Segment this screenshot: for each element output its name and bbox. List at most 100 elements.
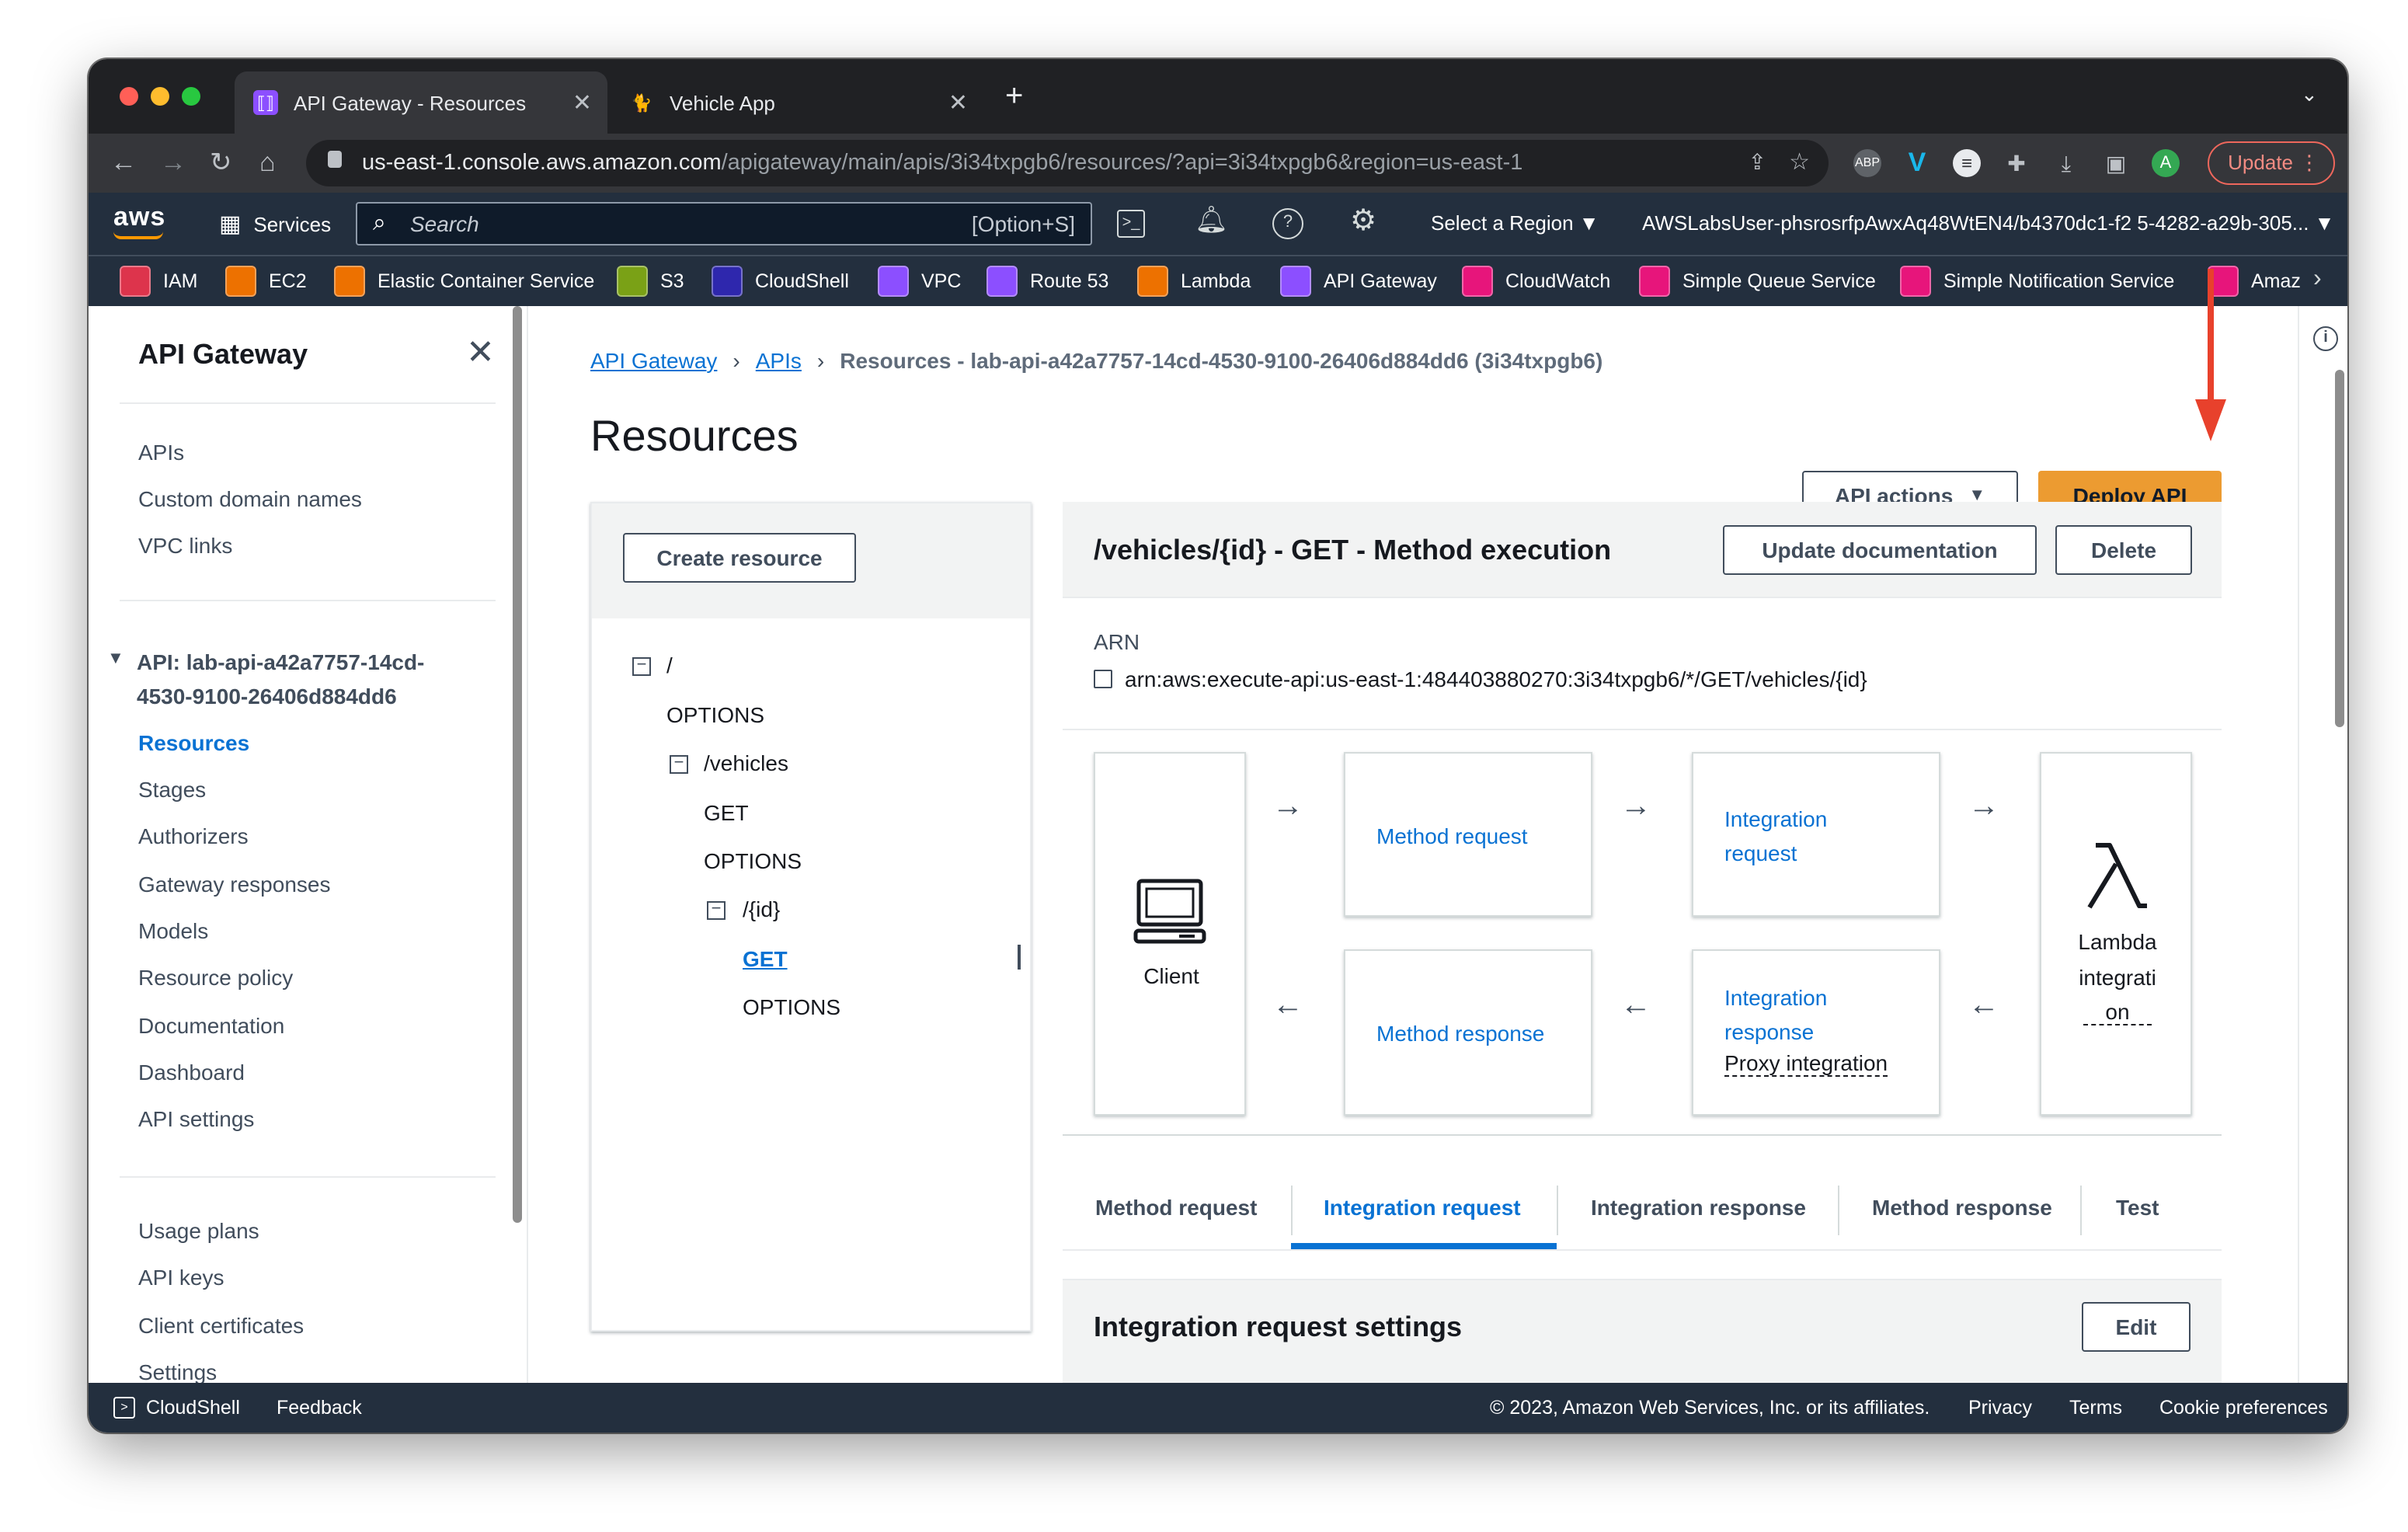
sidebar-item-client-certificates[interactable]: Client certificates xyxy=(138,1313,304,1338)
favorite-iam[interactable]: IAM xyxy=(120,266,197,297)
sidebar-item-api-keys[interactable]: API keys xyxy=(138,1265,224,1290)
favorite-sns[interactable]: Simple Notification Service xyxy=(1900,266,2174,297)
sidebar-item-vpc-links[interactable]: VPC links xyxy=(138,533,232,558)
method-response-card[interactable]: Method response xyxy=(1344,949,1592,1116)
browser-tab-vehicle-app[interactable]: 🐈 Vehicle App ✕ xyxy=(611,71,983,134)
integration-response-card[interactable]: Integration response Proxy integration xyxy=(1692,949,1940,1116)
tree-method-get-selected[interactable]: GET xyxy=(743,946,788,971)
tree-method-options[interactable]: OPTIONS xyxy=(743,994,840,1019)
close-tab-icon[interactable]: ✕ xyxy=(572,89,592,117)
zoom-window-button[interactable] xyxy=(182,87,200,106)
sidebar-item-stages[interactable]: Stages xyxy=(138,777,206,802)
sidebar-item-dashboard[interactable]: Dashboard xyxy=(138,1060,245,1085)
services-menu-button[interactable]: ▦ Services xyxy=(219,210,331,238)
favorite-ecs[interactable]: Elastic Container Service xyxy=(334,266,594,297)
home-icon[interactable]: ⌂ xyxy=(259,148,276,177)
browser-update-button[interactable]: Update ⋮ xyxy=(2208,141,2335,185)
create-resource-button[interactable]: Create resource xyxy=(623,533,856,583)
tab-method-response[interactable]: Method response xyxy=(1872,1195,2052,1220)
tree-resource-id[interactable]: /{id} xyxy=(743,897,780,921)
favorite-route53[interactable]: Route 53 xyxy=(987,266,1108,297)
method-request-link[interactable]: Method request xyxy=(1376,819,1528,853)
page-scrollbar[interactable] xyxy=(2335,370,2344,727)
favorites-scroll-right-icon[interactable]: › xyxy=(2313,266,2322,294)
sidebar-item-authorizers[interactable]: Authorizers xyxy=(138,823,249,848)
extensions-puzzle-icon[interactable]: ✚ xyxy=(2003,149,2030,177)
sidebar-item-usage-plans[interactable]: Usage plans xyxy=(138,1218,259,1243)
delete-button[interactable]: Delete xyxy=(2055,525,2192,575)
adblock-extension-icon[interactable]: ABP xyxy=(1853,149,1881,177)
api-section-header[interactable]: API: lab-api-a42a7757-14cd- 4530-9100-264… xyxy=(137,645,424,713)
lambda-integration-card[interactable]: Lambda integrati on xyxy=(2040,752,2192,1116)
footer-terms[interactable]: Terms xyxy=(2069,1397,2122,1419)
side-panel-icon[interactable]: ▣ xyxy=(2102,149,2130,177)
favorite-lambda[interactable]: Lambda xyxy=(1137,266,1251,297)
method-response-link[interactable]: Method response xyxy=(1376,1016,1544,1050)
tree-method-options[interactable]: OPTIONS xyxy=(704,848,802,873)
update-documentation-button[interactable]: Update documentation xyxy=(1723,525,2037,575)
tree-resource-root[interactable]: / xyxy=(666,653,673,677)
breadcrumb-apis[interactable]: APIs xyxy=(756,348,802,373)
share-icon[interactable]: ⇪ xyxy=(1749,149,1766,176)
favorite-cloudshell[interactable]: CloudShell xyxy=(712,266,849,297)
tab-test[interactable]: Test xyxy=(2116,1195,2159,1220)
console-search-input[interactable]: ⌕ Search [Option+S] xyxy=(356,202,1092,245)
settings-gear-icon[interactable]: ⚙ xyxy=(1350,204,1376,239)
aws-logo[interactable]: aws xyxy=(113,202,165,233)
vimeo-extension-icon[interactable]: V xyxy=(1903,148,1931,177)
sidebar-item-custom-domain-names[interactable]: Custom domain names xyxy=(138,486,362,511)
region-selector[interactable]: Select a Region ▼ xyxy=(1431,211,1599,235)
sidebar-item-documentation[interactable]: Documentation xyxy=(138,1013,284,1038)
integration-request-card[interactable]: Integration request xyxy=(1692,752,1940,917)
footer-cookie-preferences[interactable]: Cookie preferences xyxy=(2159,1397,2328,1419)
extension-menu-icon[interactable]: ≡ xyxy=(1953,149,1981,177)
notifications-bell-icon[interactable]: 🔔︎ xyxy=(1195,205,1228,236)
footer-feedback[interactable]: Feedback xyxy=(277,1397,362,1419)
tab-integration-response[interactable]: Integration response xyxy=(1591,1195,1806,1220)
sidebar-item-settings[interactable]: Settings xyxy=(138,1360,217,1384)
tab-method-request[interactable]: Method request xyxy=(1095,1195,1257,1220)
collapse-icon[interactable]: − xyxy=(632,656,651,676)
close-window-button[interactable] xyxy=(120,87,138,106)
integration-request-link[interactable]: Integration request xyxy=(1724,802,1827,870)
collapse-icon[interactable]: − xyxy=(670,754,688,774)
caret-down-icon[interactable]: ▼ xyxy=(107,649,124,668)
favorite-vpc[interactable]: VPC xyxy=(878,266,961,297)
tab-integration-request[interactable]: Integration request xyxy=(1324,1195,1521,1220)
reload-icon[interactable]: ↻ xyxy=(210,148,232,177)
download-icon[interactable]: ⤓ xyxy=(2052,149,2080,177)
tree-method-options[interactable]: OPTIONS xyxy=(666,702,764,727)
help-icon[interactable]: ? xyxy=(1272,208,1303,239)
collapse-icon[interactable]: − xyxy=(707,900,726,920)
sidebar-item-resources[interactable]: Resources xyxy=(138,730,249,755)
info-icon[interactable]: i xyxy=(2313,326,2338,351)
sidebar-item-models[interactable]: Models xyxy=(138,918,208,943)
favorite-cloudwatch[interactable]: CloudWatch xyxy=(1462,266,1610,297)
footer-cloudshell[interactable]: CloudShell xyxy=(146,1397,240,1419)
copy-icon[interactable] xyxy=(1094,670,1112,688)
minimize-window-button[interactable] xyxy=(151,87,169,106)
sidebar-item-api-settings[interactable]: API settings xyxy=(138,1106,254,1131)
favorite-sqs[interactable]: Simple Queue Service xyxy=(1639,266,1876,297)
footer-privacy[interactable]: Privacy xyxy=(1968,1397,2032,1419)
new-tab-button[interactable]: + xyxy=(1005,79,1023,115)
sidebar-item-resource-policy[interactable]: Resource policy xyxy=(138,965,293,990)
back-icon[interactable]: ← xyxy=(110,148,137,177)
tab-search-chevron-icon[interactable]: ⌄ xyxy=(2301,82,2318,107)
sidebar-item-apis[interactable]: APIs xyxy=(138,440,184,465)
favorite-ec2[interactable]: EC2 xyxy=(225,266,307,297)
tree-resource-vehicles[interactable]: /vehicles xyxy=(704,750,788,775)
close-tab-icon[interactable]: ✕ xyxy=(948,89,968,117)
integration-response-link[interactable]: Integration response xyxy=(1724,980,1827,1049)
browser-tab-api-gateway[interactable]: ⟦⟧ API Gateway - Resources ✕ xyxy=(235,71,607,134)
forward-icon[interactable]: → xyxy=(160,148,186,177)
edit-button[interactable]: Edit xyxy=(2082,1302,2191,1352)
tree-method-get[interactable]: GET xyxy=(704,800,749,825)
panel-resize-handle[interactable] xyxy=(1018,945,1021,970)
close-sidebar-icon[interactable]: ✕ xyxy=(466,333,495,373)
method-request-card[interactable]: Method request xyxy=(1344,752,1592,917)
sidebar-scrollbar[interactable] xyxy=(513,306,522,1223)
favorite-s3[interactable]: S3 xyxy=(617,266,684,297)
bookmark-star-icon[interactable]: ☆ xyxy=(1789,148,1810,176)
favorite-api-gateway[interactable]: API Gateway xyxy=(1280,266,1437,297)
